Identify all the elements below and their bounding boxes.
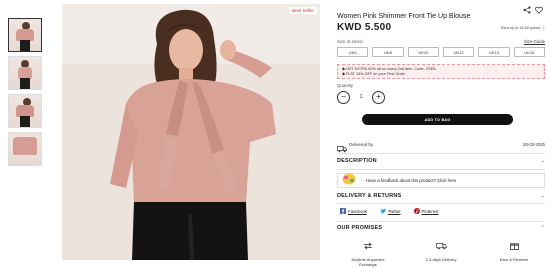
offer-line: ◆ FLAT 15% OFF on your First Order bbox=[342, 72, 406, 77]
divider bbox=[337, 221, 545, 222]
divider bbox=[337, 153, 545, 154]
chevron-down-icon: ⌄ bbox=[540, 158, 545, 164]
model-illustration bbox=[62, 4, 320, 260]
offers-box: ◆ GET EXTRA 50% off on every 2nd item. C… bbox=[337, 64, 545, 79]
delivery-returns-section[interactable]: DELIVERY & RETURNS ⌄ bbox=[337, 192, 545, 202]
delivery-date: 28-03-2025 bbox=[523, 142, 545, 147]
quantity-stepper: − 1 + bbox=[337, 90, 397, 104]
chevron-up-icon: ⌃ bbox=[540, 225, 545, 231]
delivery-truck-icon bbox=[337, 140, 347, 158]
feedback-text: Have a feedback about this product? Clic… bbox=[366, 178, 457, 183]
quantity-value: 1 bbox=[359, 94, 363, 100]
divider bbox=[337, 203, 545, 204]
best-seller-badge: Best Seller bbox=[289, 7, 317, 14]
promise-text: Earn & Redeem bbox=[499, 257, 529, 262]
promise-item: Anytime Anywhere Exchange bbox=[343, 237, 393, 267]
feedback-icon bbox=[342, 172, 356, 190]
promise-item: Earn & Redeem bbox=[489, 237, 539, 267]
promise-text: Anytime Anywhere Exchange bbox=[351, 257, 385, 267]
size-option[interactable]: UK12 bbox=[442, 47, 475, 57]
delivery-row: Delivered by 28-03-2025 bbox=[337, 140, 545, 153]
product-price: KWD 5.500 bbox=[337, 22, 392, 33]
wishlist-heart-icon[interactable] bbox=[534, 5, 543, 14]
share-icon[interactable] bbox=[522, 5, 531, 14]
divider bbox=[337, 169, 545, 170]
thumbnail-3[interactable] bbox=[8, 94, 42, 128]
size-option[interactable]: UK6 bbox=[337, 47, 369, 57]
pinterest-link[interactable]: Pinterest bbox=[413, 208, 439, 215]
exchange-icon bbox=[363, 237, 373, 255]
add-to-bag-button[interactable]: ADD TO BAG bbox=[362, 114, 513, 125]
size-option[interactable]: UK10 bbox=[407, 47, 439, 57]
truck-icon bbox=[435, 237, 447, 255]
twitter-link[interactable]: Twitter bbox=[380, 208, 401, 215]
thumbnail-list bbox=[8, 18, 42, 170]
delivery-returns-title: DELIVERY & RETURNS bbox=[337, 193, 402, 199]
promises-list: Anytime Anywhere Exchange 2-3 days Deliv… bbox=[337, 237, 545, 267]
pinterest-icon bbox=[413, 208, 420, 215]
decrease-quantity-button[interactable]: − bbox=[337, 90, 350, 104]
thumbnail-4[interactable] bbox=[8, 132, 42, 166]
thumbnail-1[interactable] bbox=[8, 18, 42, 52]
promises-title: OUR PROMISES bbox=[337, 225, 383, 231]
quantity-label: Quantity bbox=[337, 83, 354, 88]
promises-section[interactable]: OUR PROMISES ⌃ bbox=[337, 224, 545, 234]
points-note: Earn up to 16.50 points ⓘ bbox=[500, 26, 545, 30]
gift-icon bbox=[509, 237, 519, 255]
share-links: Facebook Twitter Pinterest bbox=[340, 208, 439, 215]
twitter-icon bbox=[380, 208, 386, 215]
size-option[interactable]: UK16 bbox=[513, 47, 545, 57]
delivered-by-label: Delivered by bbox=[349, 142, 373, 147]
main-product-image[interactable]: Best Seller bbox=[62, 4, 320, 260]
promise-text: 2-3 days Delivery bbox=[425, 257, 457, 262]
size-guide-link[interactable]: Size Guide bbox=[524, 39, 545, 44]
description-title: DESCRIPTION bbox=[337, 158, 377, 164]
feedback-banner[interactable]: Have a feedback about this product? Clic… bbox=[337, 173, 545, 188]
size-option[interactable]: UK8 bbox=[372, 47, 404, 57]
size-selector: UK6 UK8 UK10 UK12 UK14 UK16 bbox=[337, 47, 545, 57]
size-label: Size (6 sizes) bbox=[337, 39, 363, 44]
product-title: Women Pink Shimmer Front Tie Up Blouse bbox=[337, 13, 471, 20]
title-row: Women Pink Shimmer Front Tie Up Blouse bbox=[337, 5, 545, 20]
facebook-icon bbox=[340, 208, 346, 215]
thumbnail-2[interactable] bbox=[8, 56, 42, 90]
description-section[interactable]: DESCRIPTION ⌄ bbox=[337, 157, 545, 167]
promise-item: 2-3 days Delivery bbox=[416, 237, 466, 267]
size-option[interactable]: UK14 bbox=[478, 47, 510, 57]
chevron-down-icon: ⌄ bbox=[540, 193, 545, 199]
product-details: Women Pink Shimmer Front Tie Up Blouse K… bbox=[337, 0, 545, 268]
increase-quantity-button[interactable]: + bbox=[372, 90, 385, 104]
facebook-link[interactable]: Facebook bbox=[340, 208, 367, 215]
